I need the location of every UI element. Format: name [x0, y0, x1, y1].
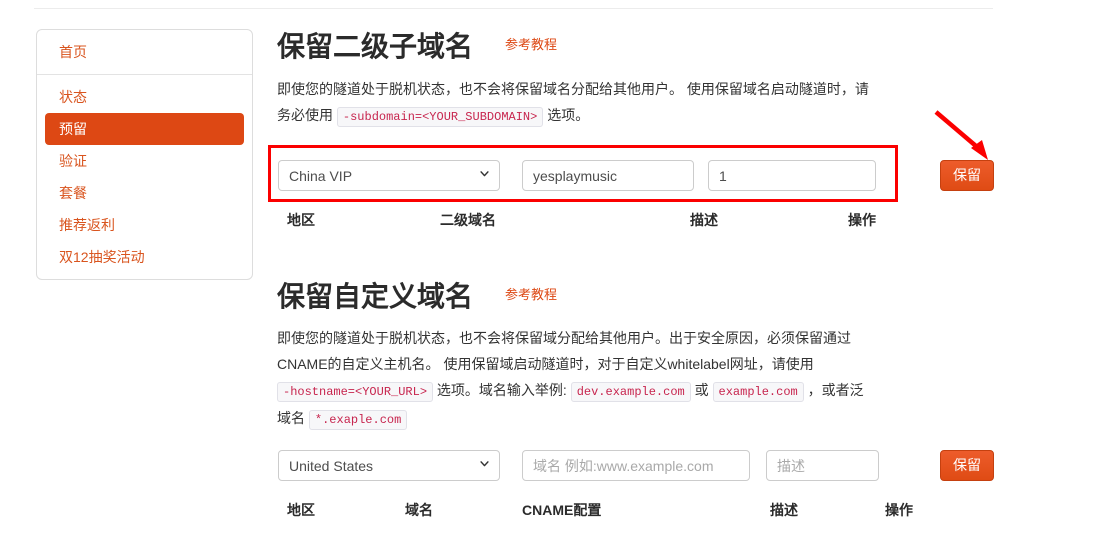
- sidebar-item-reserved[interactable]: 预留: [45, 113, 244, 145]
- reserve-custom-domain-form: United StatesChina VIPEuropeAsia/Pacific: [278, 450, 879, 481]
- col-header-region: 地区: [287, 212, 315, 228]
- sidebar-item-list: 状态 预留 验证 套餐 推荐返利 双12抽奖活动: [37, 75, 252, 273]
- section-subdomain-title-row: 保留二级子域名 参考教程: [277, 32, 557, 62]
- col-header-description: 描述: [690, 212, 718, 228]
- sidebar-item-verify[interactable]: 验证: [45, 145, 244, 177]
- section-subdomain-description: 即使您的隧道处于脱机状态，也不会将保留域名分配给其他用户。 使用保留域名启动隧道…: [277, 76, 870, 130]
- code-example-dev-domain: dev.example.com: [570, 382, 691, 402]
- sidebar-item-referral[interactable]: 推荐返利: [45, 209, 244, 241]
- custom-domain-input[interactable]: [522, 450, 750, 481]
- sidebar-nav: 首页 状态 预留 验证 套餐 推荐返利 双12抽奖活动: [36, 29, 253, 280]
- region-select-subdomain[interactable]: China VIPUnited StatesEuropeAsia/Pacific: [278, 160, 500, 191]
- custom-domain-table-header: 地区 域名 CNAME配置 描述 操作: [277, 500, 957, 520]
- subdomain-input[interactable]: [522, 160, 694, 191]
- section-custom-domain-description: 即使您的隧道处于脱机状态，也不会将保留域分配给其他用户。出于安全原因，必须保留通…: [277, 325, 869, 433]
- desc2-text-2: 选项。域名输入举例:: [433, 382, 571, 398]
- custom-domain-description-input[interactable]: [766, 450, 879, 481]
- sidebar-item-plan[interactable]: 套餐: [45, 177, 244, 209]
- reserve-subdomain-button[interactable]: 保留: [940, 160, 994, 191]
- reserve-custom-domain-button[interactable]: 保留: [940, 450, 994, 481]
- desc2-text-3: 或: [690, 382, 713, 398]
- sidebar-item-lottery-event[interactable]: 双12抽奖活动: [45, 241, 244, 273]
- col-header-subdomain: 二级域名: [440, 212, 496, 228]
- region-select-wrapper-custom-domain: United StatesChina VIPEuropeAsia/Pacific: [278, 450, 500, 481]
- page-title-custom-domain: 保留自定义域名: [277, 281, 474, 312]
- col-header-action: 操作: [885, 502, 913, 518]
- col-header-region: 地区: [287, 502, 315, 518]
- tutorial-link-custom-domain[interactable]: 参考教程: [505, 288, 557, 302]
- col-header-description: 描述: [770, 502, 798, 518]
- page-title-subdomain: 保留二级子域名: [277, 31, 474, 62]
- code-example-wildcard-domain: *.exaple.com: [308, 410, 408, 430]
- subdomain-table-header: 地区 二级域名 描述 操作: [277, 210, 897, 230]
- code-subdomain-flag: -subdomain=<YOUR_SUBDOMAIN>: [336, 107, 544, 127]
- sidebar-item-home[interactable]: 首页: [45, 43, 244, 61]
- reserve-subdomain-form: China VIPUnited StatesEuropeAsia/Pacific: [278, 160, 876, 191]
- sidebar-item-status[interactable]: 状态: [45, 81, 244, 113]
- region-select-custom-domain[interactable]: United StatesChina VIPEuropeAsia/Pacific: [278, 450, 500, 481]
- region-select-wrapper-subdomain: China VIPUnited StatesEuropeAsia/Pacific: [278, 160, 500, 191]
- main-content: 保留二级子域名 参考教程 即使您的隧道处于脱机状态，也不会将保留域名分配给其他用…: [277, 0, 1097, 557]
- code-hostname-flag: -hostname=<YOUR_URL>: [277, 382, 434, 402]
- col-header-cname-config: CNAME配置: [522, 502, 602, 518]
- subdomain-description-input[interactable]: [708, 160, 876, 191]
- code-example-domain: example.com: [712, 382, 804, 402]
- tutorial-link-subdomain[interactable]: 参考教程: [505, 38, 557, 52]
- col-header-action: 操作: [848, 212, 876, 228]
- sidebar-header: 首页: [37, 30, 252, 75]
- col-header-domain: 域名: [405, 502, 433, 518]
- desc2-text-1: 即使您的隧道处于脱机状态，也不会将保留域分配给其他用户。出于安全原因，必须保留通…: [277, 330, 851, 372]
- section-custom-domain-title-row: 保留自定义域名 参考教程: [277, 282, 557, 312]
- desc-text-2: 选项。: [543, 107, 590, 123]
